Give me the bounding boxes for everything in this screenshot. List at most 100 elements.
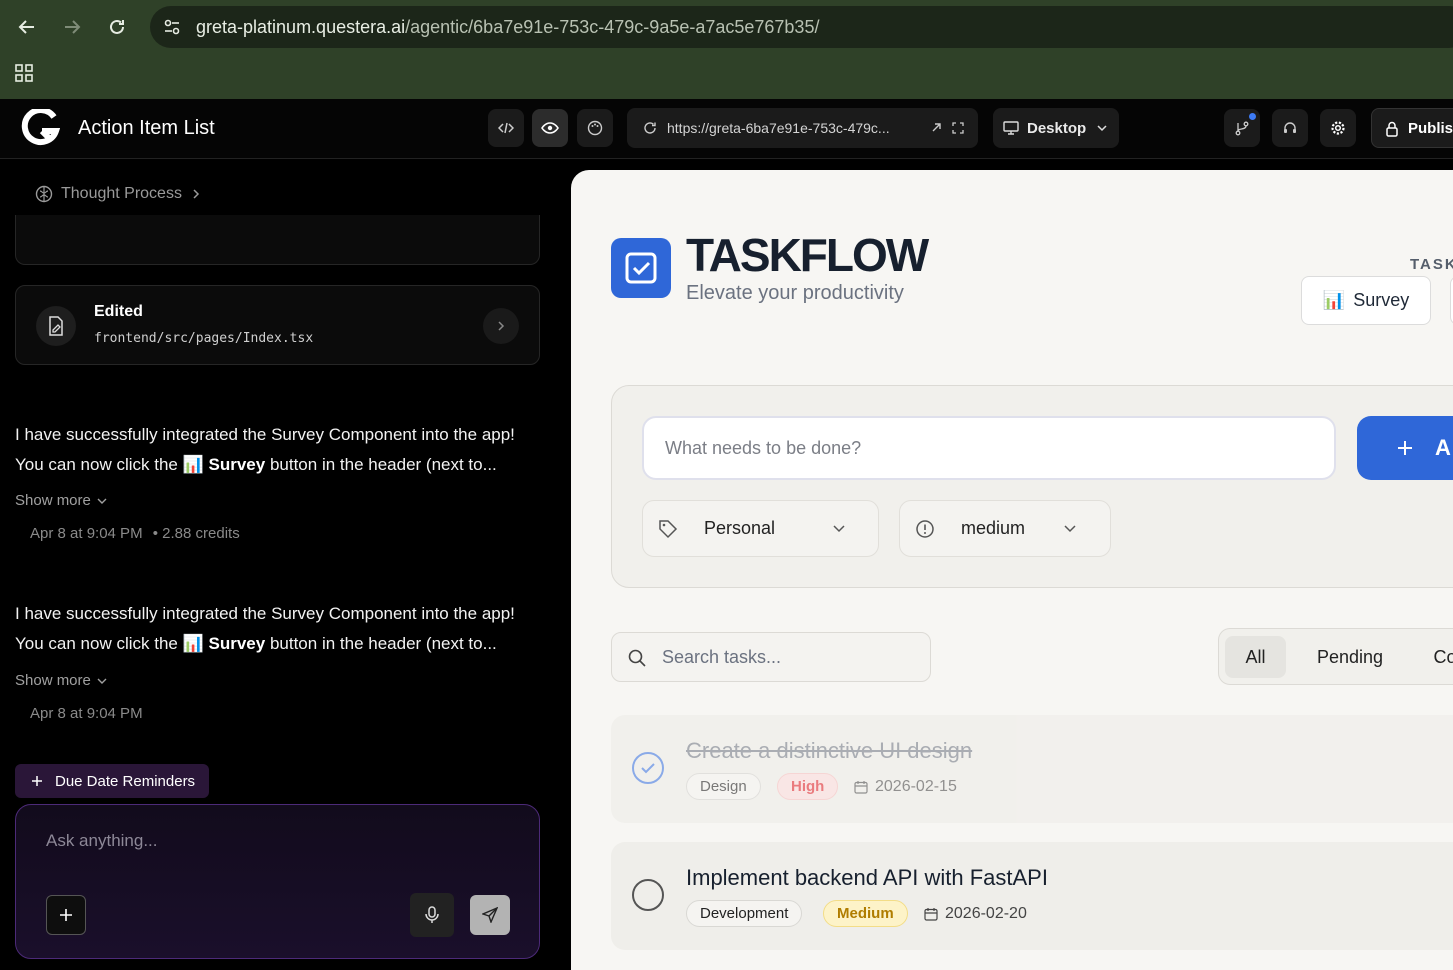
filter-pending[interactable]: Pending: [1300, 636, 1400, 678]
search-icon: [628, 649, 646, 667]
show-more-button[interactable]: Show more: [15, 672, 107, 689]
plus-icon: [1398, 441, 1412, 455]
voice-button[interactable]: [410, 893, 454, 937]
message-line-1: I have successfully integrated the Surve…: [15, 425, 515, 444]
fullscreen-icon[interactable]: [951, 121, 965, 135]
message-time: Apr 8 at 9:04 PM: [30, 525, 143, 542]
show-more-button[interactable]: Show more: [15, 492, 107, 509]
chat-panel: Thought Process Edited frontend/src/page…: [0, 160, 570, 959]
arrow-right-icon: [65, 20, 81, 34]
chevron-right-icon: [193, 189, 200, 199]
preview-button[interactable]: [532, 109, 568, 147]
device-select[interactable]: Desktop: [993, 108, 1119, 148]
suggestion-label: Due Date Reminders: [55, 772, 196, 790]
preview-url-text: https://greta-6ba7e91e-753c-479c...: [667, 120, 890, 136]
priority-select[interactable]: medium: [899, 500, 1111, 557]
due-date-text: 2026-02-15: [875, 777, 957, 795]
task-stat-label: TASK: [1410, 256, 1453, 273]
preview-url-bar[interactable]: https://greta-6ba7e91e-753c-479c...: [627, 108, 978, 148]
filter-completed[interactable]: Co: [1415, 636, 1453, 678]
task-item[interactable]: Create a distinctive UI design Design Hi…: [611, 715, 1453, 823]
priority-badge: Medium: [823, 900, 908, 927]
suggestion-chip[interactable]: Due Date Reminders: [15, 764, 210, 798]
filter-all[interactable]: All: [1225, 636, 1286, 678]
chevron-down-icon: [1097, 125, 1107, 132]
theme-button[interactable]: [577, 109, 613, 147]
plus-icon: [60, 909, 72, 921]
thought-process-toggle[interactable]: Thought Process: [35, 185, 202, 203]
chevron-right-icon: [498, 321, 505, 331]
message-meta: Apr 8 at 9:04 PM • 2.88 credits: [30, 525, 240, 542]
calendar-icon: [854, 780, 868, 794]
edited-file-card[interactable]: Edited frontend/src/pages/Index.tsx: [15, 285, 540, 365]
check-square-icon: [625, 252, 657, 284]
category-tag: Design: [686, 773, 761, 800]
publish-label: Publish: [1408, 119, 1453, 137]
open-file-button[interactable]: [483, 308, 519, 344]
code-icon: [498, 122, 514, 134]
alert-circle-icon: [916, 520, 934, 538]
new-task-input[interactable]: What needs to be done?: [642, 416, 1336, 480]
chat-input[interactable]: Ask anything...: [46, 831, 158, 851]
reload-button[interactable]: [102, 12, 132, 42]
microphone-icon: [425, 906, 439, 923]
url-host: greta-platinum.questera.ai: [196, 16, 406, 37]
send-button[interactable]: [470, 895, 510, 935]
address-bar[interactable]: greta-platinum.questera.ai/agentic/6ba7e…: [150, 6, 1453, 48]
category-tag: Development: [686, 900, 803, 927]
app-preview: TASKFLOW Elevate your productivity TASK …: [571, 170, 1453, 970]
calendar-icon: [924, 907, 938, 921]
apps-button[interactable]: [14, 63, 34, 88]
add-task-panel: What needs to be done? A Personal medium: [611, 385, 1453, 588]
survey-mention: Survey: [208, 634, 266, 653]
integrations-button[interactable]: [1272, 109, 1308, 147]
due-date-text: 2026-02-20: [945, 904, 1027, 922]
send-icon: [482, 907, 498, 923]
eye-icon: [541, 122, 559, 134]
message-line-2: You can now click the 📊 Survey button in…: [15, 455, 497, 474]
code-view-button[interactable]: [488, 109, 524, 147]
chevron-down-icon: [833, 525, 845, 533]
task-complete-toggle[interactable]: [632, 879, 664, 911]
external-link-icon[interactable]: [929, 121, 943, 135]
branch-button[interactable]: [1224, 109, 1260, 147]
assistant-message: I have successfully integrated the Surve…: [15, 599, 555, 659]
lock-icon: [1386, 121, 1398, 137]
add-task-button[interactable]: A: [1357, 416, 1453, 480]
due-date: 2026-02-20: [924, 900, 1027, 927]
settings-button[interactable]: [1320, 109, 1356, 147]
palette-icon: [587, 120, 603, 136]
back-button[interactable]: [12, 12, 42, 42]
taskflow-logo: [611, 238, 671, 298]
project-title: Action Item List: [78, 117, 215, 139]
file-edit-icon: [49, 316, 63, 336]
attach-button[interactable]: [46, 895, 86, 935]
site-settings-icon: [164, 19, 180, 35]
gear-icon: [1331, 121, 1345, 135]
task-complete-toggle[interactable]: [632, 752, 664, 784]
notification-dot: [1249, 113, 1256, 120]
publish-button[interactable]: Publish: [1371, 108, 1453, 148]
brain-icon: [35, 185, 53, 203]
thought-process-label: Thought Process: [61, 185, 182, 202]
edited-title: Edited: [94, 303, 143, 320]
message-meta: Apr 8 at 9:04 PM: [30, 705, 143, 722]
brand-name: TASKFLOW: [686, 229, 929, 281]
status-filter-tabs: All Pending Co: [1218, 628, 1453, 685]
chart-emoji: 📊: [182, 455, 204, 474]
check-icon: [641, 763, 655, 774]
brand-tagline: Elevate your productivity: [686, 282, 904, 304]
survey-button[interactable]: 📊 Survey: [1301, 276, 1431, 325]
arrow-left-icon: [18, 20, 34, 34]
due-date: 2026-02-15: [854, 773, 957, 800]
forward-button[interactable]: [57, 12, 87, 42]
task-search[interactable]: Search tasks...: [611, 632, 931, 682]
greta-logo[interactable]: [20, 107, 61, 152]
task-item[interactable]: Implement backend API with FastAPI Devel…: [611, 842, 1453, 950]
url-path: /agentic/6ba7e91e-753c-479c-9a5e-a7ac5e7…: [405, 16, 820, 37]
add-task-label: A: [1435, 435, 1451, 460]
category-value: Personal: [704, 518, 776, 538]
priority-value: medium: [961, 518, 1026, 538]
assistant-message: I have successfully integrated the Surve…: [15, 420, 555, 480]
category-select[interactable]: Personal: [642, 500, 879, 557]
